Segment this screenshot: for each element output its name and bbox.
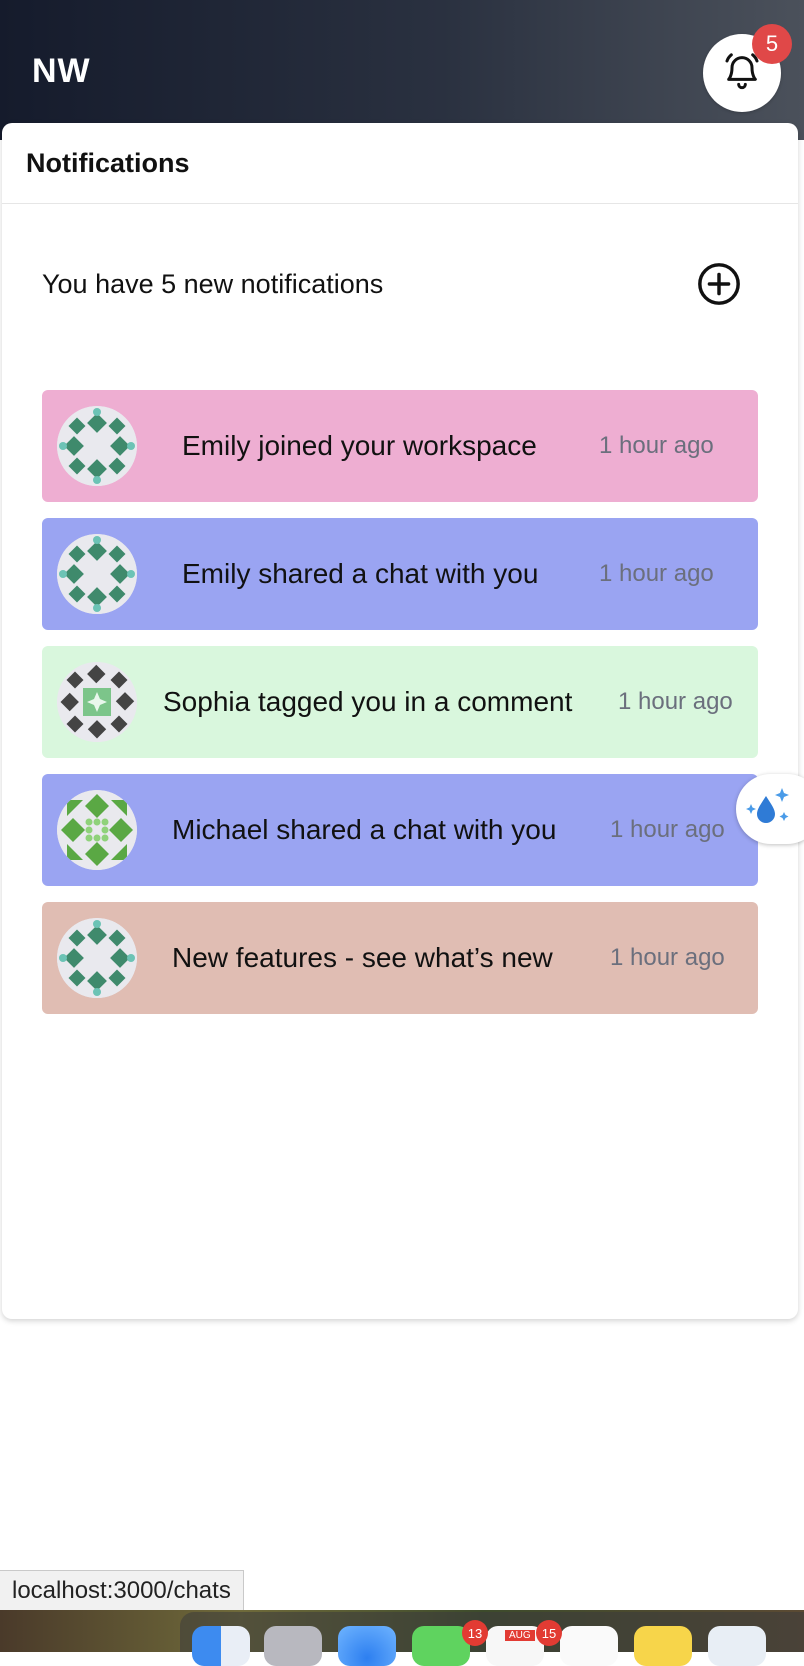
messages-badge: 13 <box>462 1620 488 1646</box>
notes-icon[interactable] <box>634 1626 692 1666</box>
app-logo[interactable]: NW <box>32 52 91 91</box>
calendar-month: AUG <box>505 1630 535 1641</box>
avatar <box>57 918 137 998</box>
notification-text: Michael shared a chat with you <box>172 814 557 845</box>
avatar <box>57 790 137 870</box>
notifications-panel: Notifications You have 5 new notificatio… <box>2 123 798 1319</box>
top-bar: NW <box>0 0 804 140</box>
notification-item[interactable]: Michael shared a chat with you 1 hour ag… <box>42 774 758 886</box>
notification-time: 1 hour ago <box>599 432 714 459</box>
launchpad-icon[interactable] <box>264 1626 322 1666</box>
notification-time: 1 hour ago <box>610 944 725 971</box>
notification-text: Emily shared a chat with you <box>182 558 539 589</box>
add-notification-button[interactable] <box>695 262 743 310</box>
calendar-badge: 15 <box>536 1620 562 1646</box>
notification-count-badge: 5 <box>752 24 792 64</box>
notification-text: Emily joined your workspace <box>182 430 537 461</box>
avatar <box>57 406 137 486</box>
preview-icon[interactable] <box>708 1626 766 1666</box>
notification-item[interactable]: Emily joined your workspace 1 hour ago <box>42 390 758 502</box>
dock <box>180 1612 804 1666</box>
reminders-icon[interactable] <box>560 1626 618 1666</box>
safari-icon[interactable] <box>338 1626 396 1666</box>
panel-title: Notifications <box>2 123 798 204</box>
avatar <box>57 662 137 742</box>
plus-circle-icon <box>696 261 742 312</box>
avatar <box>57 534 137 614</box>
notification-item[interactable]: Emily shared a chat with you 1 hour ago <box>42 518 758 630</box>
notification-item[interactable]: Sophia tagged you in a comment 1 hour ag… <box>42 646 758 758</box>
notifications-summary: You have 5 new notifications <box>42 269 384 299</box>
finder-icon[interactable] <box>192 1626 250 1666</box>
assistant-floating-button[interactable] <box>736 774 804 844</box>
notification-time: 1 hour ago <box>610 816 725 843</box>
bell-icon <box>722 51 762 96</box>
status-bar-url: localhost:3000/chats <box>0 1570 244 1612</box>
notification-text: Sophia tagged you in a comment <box>163 686 573 717</box>
sparkle-drop-icon <box>742 780 796 839</box>
notification-item[interactable]: New features - see what’s new 1 hour ago <box>42 902 758 1014</box>
notification-time: 1 hour ago <box>599 560 714 587</box>
notification-time: 1 hour ago <box>618 688 733 715</box>
notification-text: New features - see what’s new <box>172 942 553 973</box>
